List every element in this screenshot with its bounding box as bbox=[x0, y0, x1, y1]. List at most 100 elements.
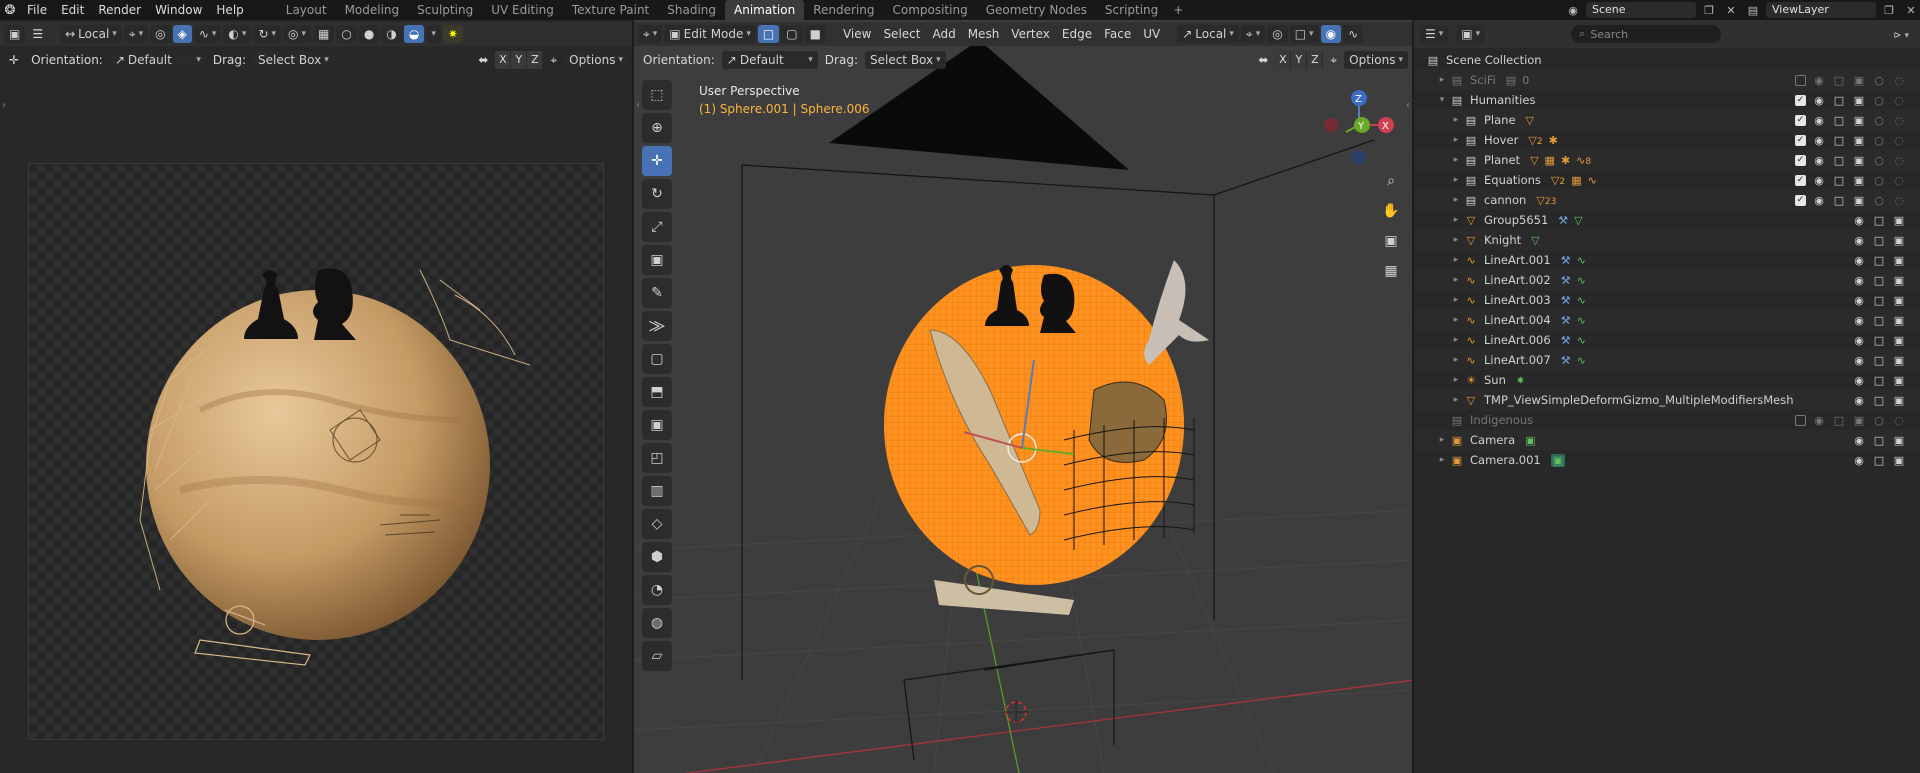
render-camera-icon[interactable]: ▣ bbox=[1892, 374, 1906, 387]
display-mode-icon[interactable]: ▣ ▾ bbox=[1456, 25, 1486, 43]
render-camera-icon[interactable]: ▣ bbox=[1892, 434, 1906, 447]
holdout-icon[interactable]: ○ bbox=[1872, 194, 1886, 207]
hide-viewport-icon[interactable]: ◉ bbox=[1812, 74, 1826, 87]
proportional-falloff-icon[interactable]: ∿ bbox=[1343, 25, 1364, 43]
outliner-row-lineart-002[interactable]: ▸ ∿ LineArt.002 ⚒ ∿ ◉ □ ▣ bbox=[1414, 270, 1920, 290]
render-camera-icon[interactable]: ▣ bbox=[1852, 174, 1866, 187]
hide-viewport-icon[interactable]: ◉ bbox=[1852, 334, 1866, 347]
hide-viewport-icon[interactable]: ◉ bbox=[1812, 174, 1826, 187]
blender-logo-icon[interactable]: ❂ bbox=[0, 0, 20, 20]
viewport-drag-dropdown[interactable]: Select Box ▾ bbox=[864, 51, 946, 69]
delete-scene-icon[interactable]: ✕ bbox=[1722, 2, 1740, 18]
holdout-icon[interactable]: ○ bbox=[1872, 94, 1886, 107]
disable-viewport-icon[interactable]: □ bbox=[1832, 74, 1846, 87]
render-camera-icon[interactable]: ▣ bbox=[1892, 254, 1906, 267]
disable-viewport-icon[interactable]: □ bbox=[1872, 354, 1886, 367]
include-checkbox[interactable]: ✓ bbox=[1795, 94, 1806, 106]
scene-icon[interactable]: ◉ bbox=[1564, 2, 1582, 18]
viewport-axis-y-button[interactable]: Y bbox=[1291, 51, 1308, 69]
workspace-tab-animation[interactable]: Animation bbox=[725, 0, 805, 20]
indirect-only-icon[interactable]: ◌ bbox=[1892, 174, 1906, 187]
disable-viewport-icon[interactable]: □ bbox=[1872, 274, 1886, 287]
poly-build-tool-icon[interactable]: ⬢ bbox=[642, 542, 672, 572]
holdout-icon[interactable]: ○ bbox=[1872, 174, 1886, 187]
scale-tool-icon[interactable]: ⤢ bbox=[642, 212, 672, 242]
render-camera-icon[interactable]: ▣ bbox=[1892, 394, 1906, 407]
disable-viewport-icon[interactable]: □ bbox=[1872, 334, 1886, 347]
menu-render[interactable]: Render bbox=[91, 0, 148, 20]
outliner-row-cannon[interactable]: ▸ ▤ cannon ▽23 ✓ ◉ □ ▣ ○ ◌ bbox=[1414, 190, 1920, 210]
include-checkbox[interactable] bbox=[1795, 74, 1806, 86]
menu-help[interactable]: Help bbox=[209, 0, 250, 20]
viewport-orientation-dropdown[interactable]: ↗ Default ▾ bbox=[721, 51, 818, 69]
outliner-row-lineart-003[interactable]: ▸ ∿ LineArt.003 ⚒ ∿ ◉ □ ▣ bbox=[1414, 290, 1920, 310]
include-checkbox[interactable]: ✓ bbox=[1795, 134, 1806, 146]
disable-viewport-icon[interactable]: □ bbox=[1872, 434, 1886, 447]
hide-viewport-icon[interactable]: ◉ bbox=[1812, 414, 1826, 427]
hide-viewport-icon[interactable]: ◉ bbox=[1812, 154, 1826, 167]
collapse-arrow-icon[interactable]: ▾ bbox=[1436, 95, 1448, 105]
outliner-row-plane[interactable]: ▸ ▤ Plane ▽ ✓ ◉ □ ▣ ○ ◌ bbox=[1414, 110, 1920, 130]
menu-edit[interactable]: Edit bbox=[54, 0, 91, 20]
mode-dropdown[interactable]: ▣ Edit Mode ▾ bbox=[664, 25, 756, 43]
render-camera-icon[interactable]: ▣ bbox=[1852, 154, 1866, 167]
render-camera-icon[interactable]: ▣ bbox=[1892, 214, 1906, 227]
hide-viewport-icon[interactable]: ◉ bbox=[1852, 434, 1866, 447]
edge-select-icon[interactable]: ▢ bbox=[781, 25, 803, 43]
view-layer-icon[interactable]: ▤ bbox=[1744, 2, 1762, 18]
include-checkbox[interactable]: ✓ bbox=[1795, 194, 1806, 206]
disable-viewport-icon[interactable]: □ bbox=[1872, 394, 1886, 407]
hide-viewport-icon[interactable]: ◉ bbox=[1852, 234, 1866, 247]
disable-viewport-icon[interactable]: □ bbox=[1872, 374, 1886, 387]
knife-tool-icon[interactable]: ◇ bbox=[642, 509, 672, 539]
vertex-select-icon[interactable]: □ bbox=[757, 25, 780, 43]
expand-arrow-icon[interactable]: ▸ bbox=[1450, 215, 1462, 225]
indirect-only-icon[interactable]: ◌ bbox=[1892, 94, 1906, 107]
hide-viewport-icon[interactable]: ◉ bbox=[1812, 94, 1826, 107]
menu-window[interactable]: Window bbox=[148, 0, 209, 20]
outliner-row-tmp-gizmo[interactable]: ▸ ▽ TMP_ViewSimpleDeformGizmo_MultipleMo… bbox=[1414, 390, 1920, 410]
delete-view-layer-icon[interactable]: ✕ bbox=[1902, 2, 1920, 18]
outliner-row-indigenous[interactable]: ▤ Indigenous ◉ □ ▣ ○ ◌ bbox=[1414, 410, 1920, 430]
outliner-row-lineart-001[interactable]: ▸ ∿ LineArt.001 ⚒ ∿ ◉ □ ▣ bbox=[1414, 250, 1920, 270]
menu-edge[interactable]: Edge bbox=[1057, 25, 1097, 43]
expand-arrow-icon[interactable]: ▸ bbox=[1450, 315, 1462, 325]
viewport-options-dropdown[interactable]: Options ▾ bbox=[1344, 51, 1408, 69]
hide-viewport-icon[interactable]: ◉ bbox=[1852, 454, 1866, 467]
indirect-only-icon[interactable]: ◌ bbox=[1892, 114, 1906, 127]
disable-viewport-icon[interactable]: □ bbox=[1832, 194, 1846, 207]
render-camera-icon[interactable]: ▣ bbox=[1892, 234, 1906, 247]
render-camera-icon[interactable]: ▣ bbox=[1892, 274, 1906, 287]
disable-viewport-icon[interactable]: □ bbox=[1872, 314, 1886, 327]
proportional-editing-icon[interactable]: ◉ bbox=[1320, 25, 1342, 43]
menu-file[interactable]: File bbox=[20, 0, 54, 20]
hide-viewport-icon[interactable]: ◉ bbox=[1852, 294, 1866, 307]
outliner-row-sun[interactable]: ▸ ☀ Sun ✷ ◉ □ ▣ bbox=[1414, 370, 1920, 390]
transform-tool-icon[interactable]: ▣ bbox=[642, 245, 672, 275]
include-checkbox[interactable] bbox=[1795, 414, 1806, 426]
expand-arrow-icon[interactable]: ▸ bbox=[1450, 235, 1462, 245]
expand-arrow-icon[interactable]: ▸ bbox=[1450, 335, 1462, 345]
outliner-row-camera-001[interactable]: ▸ ▣ Camera.001 ▣ ◉ □ ▣ bbox=[1414, 450, 1920, 470]
smooth-tool-icon[interactable]: ◍ bbox=[642, 608, 672, 638]
pivot-point-dropdown[interactable]: ⌖ ▾ bbox=[1240, 25, 1266, 43]
workspace-tab-geometry-nodes[interactable]: Geometry Nodes bbox=[977, 0, 1096, 20]
transform-orientation-dropdown[interactable]: ↗ Local ▾ bbox=[1177, 25, 1239, 43]
add-cube-tool-icon[interactable]: ▢ bbox=[642, 344, 672, 374]
new-scene-icon[interactable]: ❐ bbox=[1700, 2, 1718, 18]
hide-viewport-icon[interactable]: ◉ bbox=[1852, 214, 1866, 227]
filter-icon[interactable]: ⪧ ▾ bbox=[1889, 25, 1914, 43]
pan-hand-icon[interactable]: ✋ bbox=[1380, 200, 1402, 222]
outliner-row-group5651[interactable]: ▸ ▽ Group5651 ⚒ ▽ ◉ □ ▣ bbox=[1414, 210, 1920, 230]
inset-tool-icon[interactable]: ▣ bbox=[642, 410, 672, 440]
render-camera-icon[interactable]: ▣ bbox=[1892, 354, 1906, 367]
expand-arrow-icon[interactable]: ▸ bbox=[1450, 155, 1462, 165]
annotate-tool-icon[interactable]: ✎ bbox=[642, 278, 672, 308]
outliner-row-camera[interactable]: ▸ ▣ Camera ▣ ◉ □ ▣ bbox=[1414, 430, 1920, 450]
disable-viewport-icon[interactable]: □ bbox=[1832, 114, 1846, 127]
expand-arrow-icon[interactable]: ▸ bbox=[1450, 295, 1462, 305]
zoom-icon[interactable]: ⌕ bbox=[1380, 170, 1402, 192]
disable-viewport-icon[interactable]: □ bbox=[1872, 294, 1886, 307]
camera-view-icon[interactable]: ▣ bbox=[1380, 230, 1402, 252]
workspace-tab-compositing[interactable]: Compositing bbox=[883, 0, 976, 20]
